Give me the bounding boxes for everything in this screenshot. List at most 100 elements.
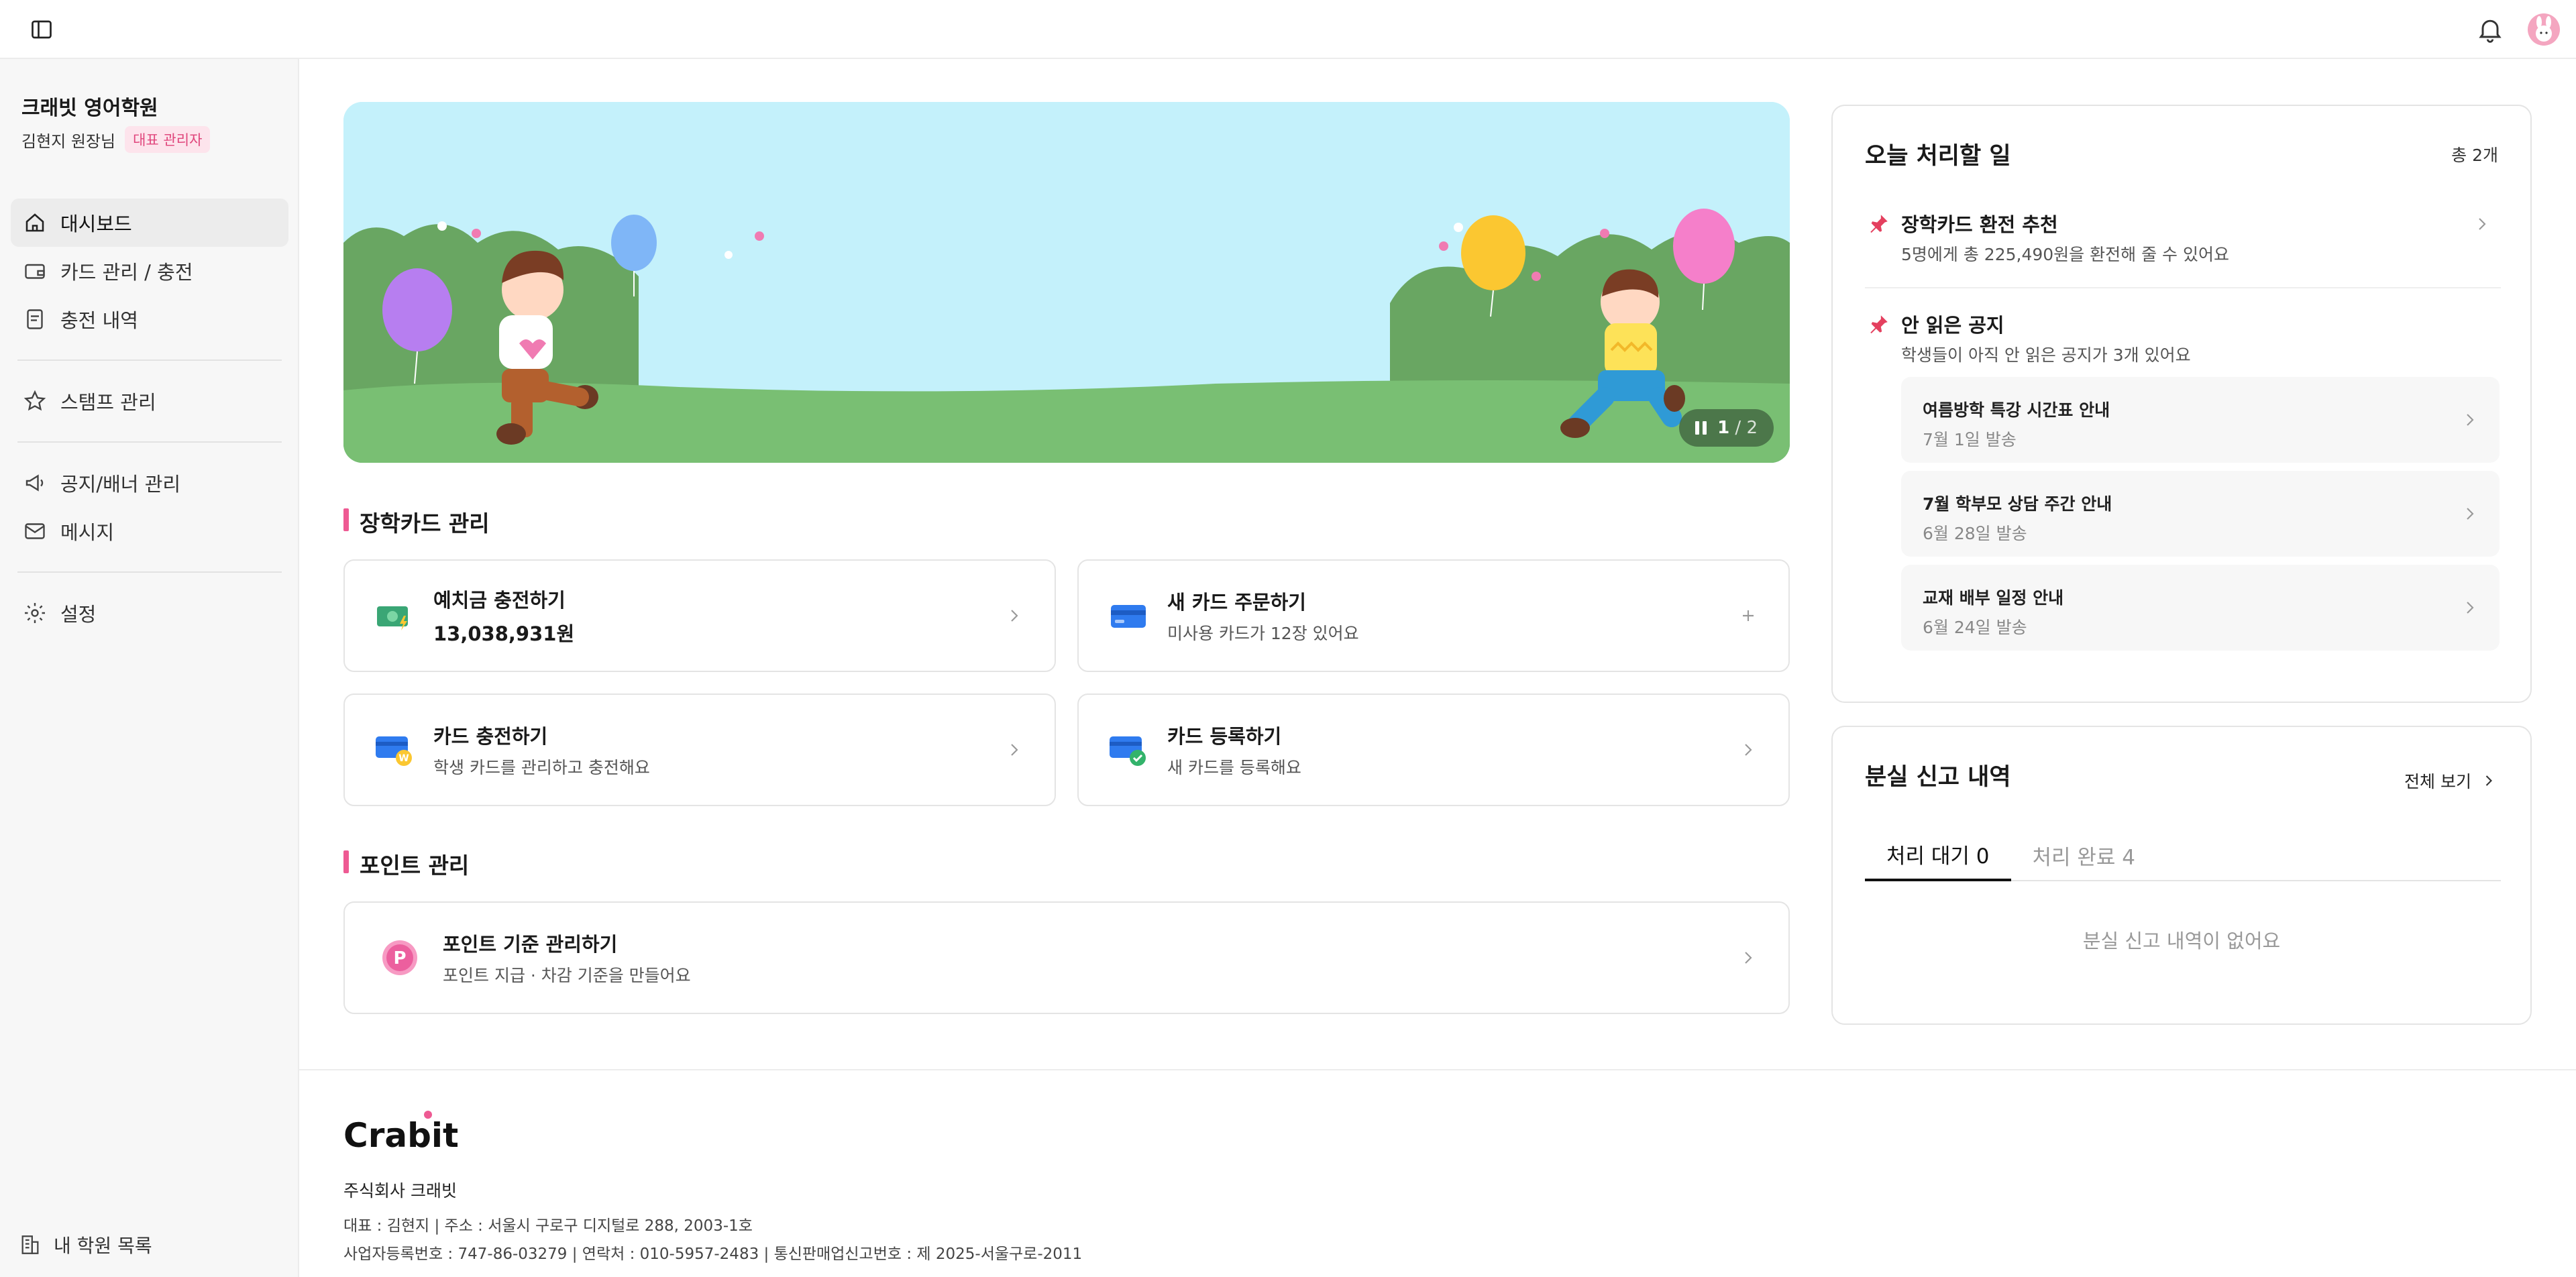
- points-section-title: 포인트 관리: [343, 848, 469, 880]
- crabit-logo: Crabit: [343, 1111, 458, 1155]
- sidebar-item-label: 카드 관리 / 충전: [60, 261, 193, 284]
- sidebar: 크래빗 영어학원 김현지 원장님 대표 관리자 대시보드 카드 관리 / 충전 …: [0, 59, 299, 1277]
- building-icon: [21, 1235, 39, 1254]
- card-title: 예치금 충전하기: [433, 589, 566, 612]
- chevron-right-icon: [2467, 508, 2474, 520]
- wallet-icon: [25, 264, 45, 279]
- role-badge: 대표 관리자: [125, 126, 211, 153]
- chevron-right-icon: [1745, 744, 1752, 756]
- credit-card-icon: [1111, 605, 1146, 628]
- money-icon: [377, 606, 408, 630]
- sidebar-item-charge-history[interactable]: 충전 내역: [11, 295, 288, 343]
- see-all-label: 전체 보기: [2404, 772, 2471, 791]
- nav-divider: [17, 571, 282, 573]
- nav-divider: [17, 441, 282, 443]
- tab-completed[interactable]: 처리 완료 4: [2011, 829, 2157, 881]
- notice-date: 6월 28일 발송: [1923, 524, 2027, 543]
- sidebar-item-card-management[interactable]: 카드 관리 / 충전: [11, 247, 288, 295]
- card-charge-card[interactable]: W 카드 충전하기 학생 카드를 관리하고 충전해요: [343, 693, 1056, 806]
- notice-item[interactable]: 7월 학부모 상담 주간 안내 6월 28일 발송: [1901, 471, 2500, 557]
- nav-divider: [17, 359, 282, 361]
- banner-illustration: [343, 102, 1790, 463]
- avatar[interactable]: [2528, 13, 2560, 46]
- todo-count: 총 2개: [2451, 146, 2498, 165]
- notice-item[interactable]: 여름방학 특강 시간표 안내 7월 1일 발송: [1901, 377, 2500, 463]
- notice-title: 여름방학 특강 시간표 안내: [1923, 400, 2110, 420]
- sidebar-item-label: 충전 내역: [60, 309, 138, 332]
- sidebar-toggle-icon[interactable]: [30, 17, 54, 42]
- home-icon: [25, 213, 44, 232]
- company-name: 주식회사 크래빗: [343, 1181, 457, 1201]
- deposit-charge-card[interactable]: 예치금 충전하기 13,038,931원: [343, 559, 1056, 672]
- sidebar-item-notice-banner[interactable]: 공지/배너 관리: [11, 459, 288, 507]
- mail-icon: [25, 523, 45, 539]
- logo-text: Crabit: [343, 1116, 458, 1155]
- card-title: 새 카드 주문하기: [1167, 591, 1306, 614]
- sidebar-item-label: 공지/배너 관리: [60, 473, 181, 496]
- todo-item-exchange[interactable]: 장학카드 환전 추천 5명에게 총 225,490원을 환전해 줄 수 있어요: [1865, 209, 2501, 264]
- notice-item[interactable]: 교재 배부 일정 안내 6월 24일 발송: [1901, 565, 2500, 651]
- card-charge-icon: W: [376, 736, 412, 766]
- svg-text:W: W: [398, 753, 409, 764]
- todo-desc: 학생들이 아직 안 읽은 공지가 3개 있어요: [1901, 345, 2191, 365]
- todo-desc: 5명에게 총 225,490원을 환전해 줄 수 있어요: [1901, 245, 2229, 264]
- todo-title: 장학카드 환전 추천: [1901, 213, 2058, 236]
- divider: [1865, 287, 2501, 288]
- my-academy-list-label: 내 학원 목록: [54, 1235, 152, 1257]
- pause-icon[interactable]: [1695, 421, 1707, 435]
- sidebar-item-stamp[interactable]: 스탬프 관리: [11, 377, 288, 425]
- owner-name: 김현지 원장님: [21, 131, 116, 151]
- receipt-icon: [27, 309, 43, 329]
- bell-icon[interactable]: [2475, 15, 2505, 44]
- chevron-right-icon: [2467, 602, 2474, 614]
- chevron-right-icon: [1011, 744, 1018, 756]
- lost-report-panel: 분실 신고 내역 전체 보기 처리 대기 0 처리 완료 4 분실 신고 내역이…: [1831, 726, 2532, 1025]
- pin-icon: [1870, 215, 1888, 233]
- sidebar-item-settings[interactable]: 설정: [11, 589, 288, 637]
- megaphone-icon: [25, 474, 44, 492]
- svg-text:P: P: [393, 948, 406, 968]
- new-card-order-card[interactable]: 새 카드 주문하기 미사용 카드가 12장 있어요: [1077, 559, 1790, 672]
- panel-title: 오늘 처리할 일: [1865, 143, 2011, 170]
- promo-banner[interactable]: 1 / 2: [343, 102, 1790, 463]
- gear-icon: [25, 603, 45, 623]
- academy-name: 크래빗 영어학원: [21, 97, 158, 120]
- my-academy-list-link[interactable]: 내 학원 목록: [19, 1231, 152, 1258]
- sidebar-item-message[interactable]: 메시지: [11, 507, 288, 555]
- point-criteria-card[interactable]: P 포인트 기준 관리하기 포인트 지급 · 차감 기준을 만들어요: [343, 901, 1790, 1014]
- card-register-icon: [1110, 736, 1146, 766]
- card-register-card[interactable]: 카드 등록하기 새 카드를 등록해요: [1077, 693, 1790, 806]
- card-title: 카드 등록하기: [1167, 725, 1282, 748]
- owner-row: 김현지 원장님 대표 관리자: [21, 126, 211, 153]
- company-info-2: 사업자등록번호 : 747-86-03279 | 연락처 : 010-5957-…: [343, 1245, 1083, 1263]
- tab-pending[interactable]: 처리 대기 0: [1865, 829, 2011, 881]
- chevron-right-icon: [1745, 952, 1752, 964]
- sidebar-item-label: 설정: [60, 603, 97, 626]
- sidebar-item-label: 스탬프 관리: [60, 391, 156, 414]
- empty-message: 분실 신고 내역이 없어요: [2082, 930, 2281, 952]
- chevron-right-icon: [2467, 414, 2474, 426]
- sidebar-item-dashboard[interactable]: 대시보드: [11, 199, 288, 247]
- sidebar-nav: 대시보드 카드 관리 / 충전 충전 내역 스탬프 관리 공지/배너 관리 메시…: [11, 199, 288, 637]
- footer: Crabit 주식회사 크래빗 대표 : 김현지 | 주소 : 서울시 구로구 …: [299, 1069, 2576, 1277]
- top-bar: [0, 0, 2576, 59]
- todo-item-unread-notice: 안 읽은 공지 학생들이 아직 안 읽은 공지가 3개 있어요: [1865, 310, 2501, 365]
- chevron-right-icon: [2479, 218, 2486, 230]
- banner-page-current: 1: [1717, 418, 1730, 438]
- notice-title: 7월 학부모 상담 주간 안내: [1923, 494, 2112, 514]
- card-title: 카드 충전하기: [433, 725, 548, 748]
- panel-title: 분실 신고 내역: [1865, 764, 2011, 791]
- chevron-right-icon: [1011, 610, 1018, 622]
- card-subtitle: 미사용 카드가 12장 있어요: [1167, 624, 1359, 643]
- notice-date: 7월 1일 발송: [1923, 430, 2017, 449]
- banner-page-total: / 2: [1735, 418, 1758, 438]
- card-title: 포인트 기준 관리하기: [443, 933, 618, 956]
- see-all-link[interactable]: 전체 보기: [2404, 769, 2498, 793]
- chevron-right-icon: [2485, 775, 2492, 786]
- lost-report-tabs: 처리 대기 0 처리 완료 4: [1865, 829, 2501, 881]
- deposit-balance: 13,038,931원: [433, 622, 575, 645]
- sidebar-item-label: 메시지: [60, 521, 115, 544]
- scholarship-section-title: 장학카드 관리: [343, 506, 490, 538]
- plus-icon: [1743, 610, 1754, 621]
- star-icon: [23, 390, 46, 411]
